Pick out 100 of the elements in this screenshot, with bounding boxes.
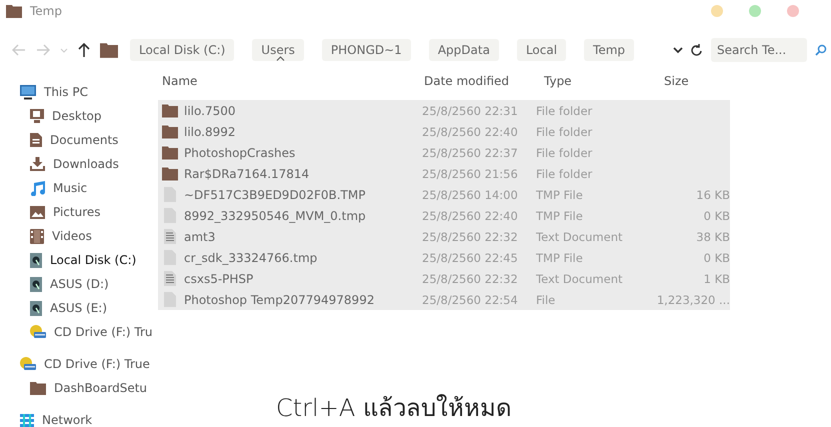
sidebar-item[interactable]: Downloads	[20, 152, 158, 176]
file-type: File folder	[536, 166, 594, 180]
sidebar-item[interactable]: CD Drive (F:) True	[20, 352, 158, 376]
sidebar-item[interactable]: ASUS (D:)	[20, 272, 158, 296]
refresh-icon[interactable]	[691, 44, 703, 56]
sidebar-item[interactable]: Pictures	[20, 200, 158, 224]
file-size: 0 KB	[702, 250, 730, 264]
file-type: Text Document	[536, 230, 624, 244]
file-type: File	[536, 292, 556, 306]
window-title: Temp	[30, 4, 62, 18]
file-type: File folder	[536, 124, 594, 138]
folder-icon	[162, 166, 178, 181]
file-type: TMP File	[536, 250, 584, 264]
up-arrow-icon[interactable]	[78, 43, 90, 57]
file-row[interactable]: ~DF517C3B9ED9D02F0B.TMP 25/8/2560 14:00 TMP File 16 KB	[158, 184, 730, 205]
folder-icon	[30, 381, 46, 395]
breadcrumb-item[interactable]: PHONGD~1	[322, 39, 411, 61]
search-icon[interactable]	[815, 44, 827, 56]
back-arrow-icon[interactable]	[12, 44, 26, 56]
file-name: lilo.7500	[184, 104, 236, 118]
sidebar-item[interactable]: Desktop	[20, 104, 158, 128]
column-header[interactable]: Name	[162, 74, 424, 88]
date-modified: 25/8/2560 22:40	[422, 208, 519, 222]
folder-icon	[162, 103, 178, 118]
date-modified: 25/8/2560 22:54	[422, 292, 519, 306]
date-modified: 25/8/2560 22:45	[422, 250, 519, 264]
desktop-icon	[30, 109, 44, 123]
file-type: TMP File	[536, 208, 584, 222]
file-type: Text Document	[536, 272, 624, 286]
file-row[interactable]: cr_sdk_33324766.tmp 25/8/2560 22:45 TMP File 0 KB	[158, 247, 730, 268]
file-size: 38 KB	[695, 230, 730, 244]
cd-drive-icon	[30, 325, 46, 339]
music-note-icon	[30, 180, 45, 196]
file-size: 16 KB	[695, 188, 730, 202]
file-row[interactable]: lilo.8992 25/8/2560 22:40 File folder	[158, 121, 730, 142]
file-size: 0 KB	[702, 208, 730, 222]
sort-caret-icon	[276, 56, 285, 61]
file-name: 8992_332950546_MVM_0.tmp	[184, 208, 366, 222]
folder-icon	[6, 4, 22, 18]
date-modified: 25/8/2560 22:40	[422, 124, 519, 138]
date-modified: 25/8/2560 22:32	[422, 272, 519, 286]
file-type: TMP File	[536, 188, 584, 202]
file-type: File folder	[536, 104, 594, 118]
date-modified: 25/8/2560 22:31	[422, 104, 519, 118]
file-row[interactable]: Photoshop Temp207794978992 25/8/2560 22:54 File 1,223,320 ...	[158, 289, 730, 310]
file-name: PhotoshopCrashes	[184, 146, 296, 160]
file-row[interactable]: Rar$DRa7164.17814 25/8/2560 21:56 File folder	[158, 163, 730, 184]
minimize-button[interactable]	[711, 5, 723, 17]
document-icon	[30, 133, 42, 147]
breadcrumb-item[interactable]: Users	[252, 39, 304, 61]
breadcrumb-item[interactable]: AppData	[428, 39, 499, 61]
search-field[interactable]: Search Te...	[711, 38, 807, 62]
maximize-button[interactable]	[749, 5, 761, 17]
file-name: Rar$DRa7164.17814	[184, 166, 310, 180]
file-type: File folder	[536, 146, 594, 160]
sidebar-item[interactable]: Network	[20, 408, 158, 427]
file-size: 1 KB	[702, 272, 730, 286]
text-file-icon	[164, 271, 176, 286]
column-header[interactable]: Date modified	[424, 74, 544, 88]
forward-arrow-icon[interactable]	[36, 44, 50, 56]
sidebar-item[interactable]: Local Disk (C:)	[20, 248, 158, 272]
folder-icon	[162, 124, 178, 139]
file-name: Photoshop Temp207794978992	[184, 292, 374, 306]
date-modified: 25/8/2560 22:37	[422, 146, 519, 160]
sidebar-item[interactable]: CD Drive (F:) Tru	[20, 320, 158, 344]
sidebar-item[interactable]: DashBoardSetu	[20, 376, 158, 400]
column-header[interactable]: Type	[544, 74, 664, 88]
breadcrumb-item[interactable]: Local	[516, 39, 566, 61]
date-modified: 25/8/2560 21:56	[422, 166, 519, 180]
close-button[interactable]	[787, 5, 799, 17]
file-size: 1,223,320 ...	[656, 292, 730, 306]
monitor-icon	[20, 84, 36, 100]
sidebar-item[interactable]: Music	[20, 176, 158, 200]
file-row[interactable]: lilo.7500 25/8/2560 22:31 File folder	[158, 100, 730, 121]
file-row[interactable]: amt3 25/8/2560 22:32 Text Document 38 KB	[158, 226, 730, 247]
sidebar-item[interactable]: Videos	[20, 224, 158, 248]
file-name: amt3	[184, 230, 216, 244]
file-row[interactable]: PhotoshopCrashes 25/8/2560 22:37 File folder	[158, 142, 730, 163]
date-modified: 25/8/2560 14:00	[422, 188, 519, 202]
folder-icon	[100, 42, 118, 58]
picture-icon	[30, 206, 45, 218]
file-name: csxs5-PHSP	[184, 272, 254, 286]
breadcrumb-item[interactable]: Temp	[584, 39, 634, 61]
folder-icon	[162, 145, 178, 160]
column-header[interactable]: Size	[664, 74, 734, 88]
file-name: cr_sdk_33324766.tmp	[184, 250, 318, 264]
file-row[interactable]: 8992_332950546_MVM_0.tmp 25/8/2560 22:40 TMP File 0 KB	[158, 205, 730, 226]
drive-icon	[30, 252, 42, 268]
caption-text: Ctrl+A แล้วลบให้หมด	[276, 394, 512, 422]
sidebar-item[interactable]: ASUS (E:)	[20, 296, 158, 320]
breadcrumb-item[interactable]: Local Disk (C:)	[130, 39, 234, 61]
network-icon	[20, 414, 34, 426]
sidebar-item[interactable]: Documents	[20, 128, 158, 152]
drive-icon	[30, 276, 42, 292]
cd-drive-icon	[20, 357, 36, 371]
file-row[interactable]: csxs5-PHSP 25/8/2560 22:32 Text Document 1 KB	[158, 268, 730, 289]
film-icon	[30, 228, 44, 244]
chevron-down-icon[interactable]	[673, 46, 683, 54]
download-icon	[30, 157, 45, 171]
sidebar-item[interactable]: This PC	[20, 80, 158, 104]
